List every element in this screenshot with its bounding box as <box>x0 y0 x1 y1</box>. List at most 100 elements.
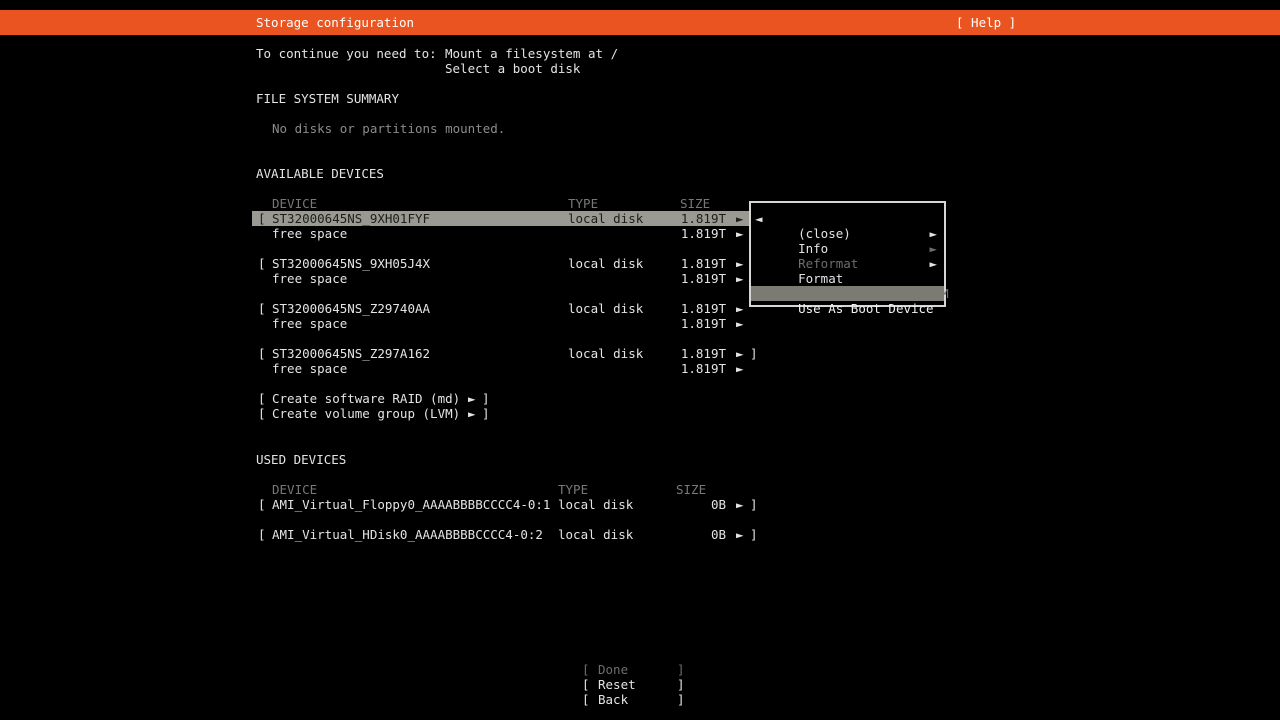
device-size: 1.819T <box>650 211 726 226</box>
used-devices-header-row: DEVICE TYPE SIZE <box>0 482 1280 497</box>
expand-arrow-icon: ► <box>736 301 744 316</box>
column-header-size: SIZE <box>676 482 706 497</box>
device-size: 1.819T <box>650 346 726 361</box>
button-label: Create software RAID (md) <box>272 391 460 406</box>
requirement-mount-root: Mount a filesystem at / <box>445 46 618 61</box>
bracket-open: [ <box>258 256 266 271</box>
device-name: AMI_Virtual_Floppy0_AAAABBBBCCCC4-0:1 <box>272 497 550 512</box>
expand-arrow-icon: ► <box>736 226 744 241</box>
back-button[interactable]: [ Back ] <box>0 692 1280 707</box>
expand-arrow-icon: ► <box>736 527 744 542</box>
bracket-open: [ <box>258 211 266 226</box>
expand-arrow-icon: ► <box>736 361 744 376</box>
reset-button[interactable]: [ Reset ] <box>0 677 1280 692</box>
expand-arrow-icon: ► <box>736 271 744 286</box>
requirement-boot-disk: Select a boot disk <box>445 61 580 76</box>
submenu-arrow-icon: ► <box>929 256 937 271</box>
device-type: local disk <box>568 301 643 316</box>
free-space-row[interactable]: free space 1.819T ► <box>0 271 1280 286</box>
free-space-label: free space <box>272 361 347 376</box>
device-type: local disk <box>558 527 633 542</box>
submenu-arrow-icon: ► <box>929 226 937 241</box>
device-context-menu: ◄ (close) Info ► Reformat ► Format ► Rem… <box>749 201 946 307</box>
column-header-size: SIZE <box>680 196 710 211</box>
device-size: 0B <box>650 527 726 542</box>
bracket-close: ] <box>677 662 685 677</box>
bracket-open: [ <box>582 662 590 677</box>
device-type: local disk <box>568 256 643 271</box>
free-space-size: 1.819T <box>650 316 726 331</box>
file-system-summary-empty-message: No disks or partitions mounted. <box>272 121 505 136</box>
bracket-close: ] <box>677 692 685 707</box>
column-header-type: TYPE <box>558 482 588 497</box>
free-space-size: 1.819T <box>650 226 726 241</box>
bracket-close: ] <box>750 497 758 512</box>
bracket-open: [ <box>258 346 266 361</box>
bracket-close: ] <box>750 346 758 361</box>
device-name: ST32000645NS_Z29740AA <box>272 301 430 316</box>
bracket-close: ] <box>677 677 685 692</box>
bracket-close: ] <box>482 391 490 406</box>
button-label: Reset <box>598 677 636 692</box>
expand-arrow-icon: ► <box>736 211 744 226</box>
column-header-device: DEVICE <box>272 482 317 497</box>
used-devices-heading: USED DEVICES <box>256 452 346 467</box>
device-name: ST32000645NS_9XH05J4X <box>272 256 430 271</box>
column-header-device: DEVICE <box>272 196 317 211</box>
bracket-close: ] <box>750 527 758 542</box>
available-devices-heading: AVAILABLE DEVICES <box>256 166 384 181</box>
device-row[interactable]: [ ST32000645NS_9XH01FYF local disk 1.819… <box>0 211 1280 226</box>
used-device-row[interactable]: [ AMI_Virtual_Floppy0_AAAABBBBCCCC4-0:1 … <box>0 497 1280 512</box>
menu-item-close[interactable]: (close) <box>751 211 944 226</box>
device-type: local disk <box>568 346 643 361</box>
help-button[interactable]: [ Help ] <box>956 10 1016 35</box>
file-system-summary-heading: FILE SYSTEM SUMMARY <box>256 91 399 106</box>
bracket-open: [ <box>258 406 266 421</box>
free-space-label: free space <box>272 316 347 331</box>
used-device-row[interactable]: [ AMI_Virtual_HDisk0_AAAABBBBCCCC4-0:2 l… <box>0 527 1280 542</box>
expand-arrow-icon: ► <box>736 346 744 361</box>
expand-arrow-icon: ► <box>736 256 744 271</box>
bracket-open: [ <box>258 301 266 316</box>
device-size: 1.819T <box>650 301 726 316</box>
title-bar: Storage configuration [ Help ] <box>0 10 1280 35</box>
device-row[interactable]: [ ST32000645NS_9XH05J4X local disk 1.819… <box>0 256 1280 271</box>
expand-arrow-icon: ► <box>736 316 744 331</box>
device-name: ST32000645NS_Z297A162 <box>272 346 430 361</box>
expand-arrow-icon: ► <box>468 391 476 406</box>
device-row[interactable]: [ ST32000645NS_Z297A162 local disk 1.819… <box>0 346 1280 361</box>
free-space-size: 1.819T <box>650 271 726 286</box>
device-type: local disk <box>568 211 643 226</box>
device-size: 0B <box>650 497 726 512</box>
instructions-prefix: To continue you need to: <box>256 46 437 61</box>
device-size: 1.819T <box>650 256 726 271</box>
menu-item-info[interactable]: Info ► <box>751 226 944 241</box>
bracket-open: [ <box>258 497 266 512</box>
button-label: Create volume group (LVM) <box>272 406 460 421</box>
bracket-open: [ <box>258 391 266 406</box>
menu-item-format[interactable]: Format ► <box>751 256 944 271</box>
menu-item-remove-from-raid-lvm: Remove from RAID/LVM <box>751 271 944 286</box>
device-name: ST32000645NS_9XH01FYF <box>272 211 430 226</box>
expand-arrow-icon: ► <box>736 497 744 512</box>
menu-item-reformat: Reformat ► <box>751 241 944 256</box>
free-space-row[interactable]: free space 1.819T ► <box>0 226 1280 241</box>
page-title: Storage configuration <box>256 10 414 35</box>
create-software-raid-button[interactable]: [ Create software RAID (md) ► ] <box>0 391 1280 406</box>
create-volume-group-button[interactable]: [ Create volume group (LVM) ► ] <box>0 406 1280 421</box>
button-label: Back <box>598 692 628 707</box>
bracket-close: ] <box>482 406 490 421</box>
column-header-type: TYPE <box>568 196 598 211</box>
done-button: [ Done ] <box>0 662 1280 677</box>
device-name: AMI_Virtual_HDisk0_AAAABBBBCCCC4-0:2 <box>272 527 543 542</box>
free-space-row[interactable]: free space 1.819T ► <box>0 316 1280 331</box>
menu-item-label: Use As Boot Device <box>798 301 933 316</box>
bracket-open: [ <box>258 527 266 542</box>
free-space-row[interactable]: free space 1.819T ► <box>0 361 1280 376</box>
bracket-open: [ <box>582 692 590 707</box>
free-space-label: free space <box>272 226 347 241</box>
button-label: Done <box>598 662 628 677</box>
device-row[interactable]: [ ST32000645NS_Z29740AA local disk 1.819… <box>0 301 1280 316</box>
device-type: local disk <box>558 497 633 512</box>
menu-item-use-as-boot-device[interactable]: Use As Boot Device <box>751 286 944 301</box>
